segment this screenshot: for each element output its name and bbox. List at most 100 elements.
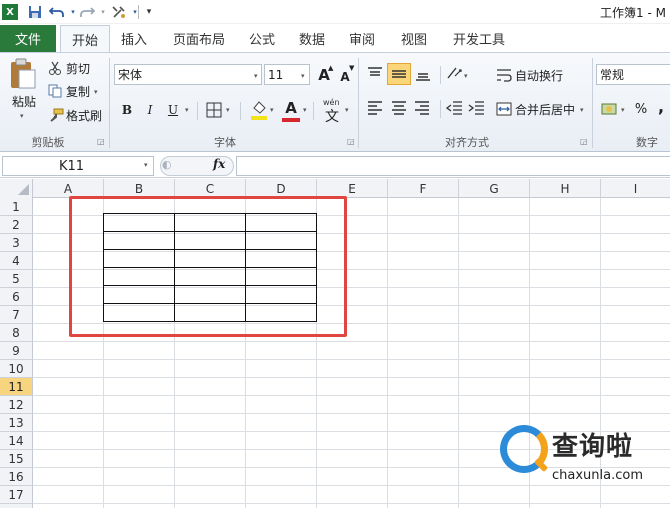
paste-button[interactable]: 粘贴 xyxy=(6,92,42,110)
customize-qa-icon[interactable]: ▾ xyxy=(140,3,158,21)
currency-dropdown-icon[interactable]: ▾ xyxy=(621,106,625,114)
copy-button[interactable]: 复制 xyxy=(66,82,90,100)
name-box[interactable]: K11 xyxy=(2,156,154,176)
row-header[interactable]: 12 xyxy=(0,396,33,414)
tab-developer[interactable]: 开发工具 xyxy=(444,24,514,52)
align-bottom-icon[interactable] xyxy=(414,66,432,82)
row-header[interactable]: 13 xyxy=(0,414,33,432)
font-group-label: 字体 xyxy=(214,136,236,149)
number-format-combo[interactable]: 常规 xyxy=(596,64,670,85)
format-painter-button[interactable]: 格式刷 xyxy=(66,106,102,124)
row-header[interactable]: 3 xyxy=(0,234,33,252)
tab-view[interactable]: 视图 xyxy=(392,24,436,52)
name-box-dropdown-icon[interactable]: ▾ xyxy=(144,161,148,169)
decrease-indent-icon[interactable] xyxy=(445,100,464,116)
bold-button[interactable]: B xyxy=(117,99,137,121)
tab-file[interactable]: 文件 xyxy=(0,25,56,52)
orientation-dropdown-icon[interactable]: ▾ xyxy=(464,72,468,80)
row-header[interactable]: 15 xyxy=(0,450,33,468)
align-top-icon[interactable] xyxy=(366,66,384,82)
select-all-button[interactable] xyxy=(0,179,33,198)
underline-dropdown-icon[interactable]: ▾ xyxy=(185,106,189,114)
paste-dropdown-icon[interactable]: ▾ xyxy=(20,112,24,120)
borders-dropdown-icon[interactable]: ▾ xyxy=(226,106,230,114)
borders-icon[interactable] xyxy=(206,102,222,118)
align-left-icon[interactable] xyxy=(366,100,384,116)
align-middle-button[interactable] xyxy=(387,63,411,85)
phonetic-dropdown-icon[interactable]: ▾ xyxy=(345,106,349,114)
wrap-text-button[interactable]: 自动换行 xyxy=(515,65,563,85)
tab-review[interactable]: 审阅 xyxy=(340,24,384,52)
clipboard-launcher-icon[interactable]: ◲ xyxy=(97,137,105,146)
row-header[interactable]: 6 xyxy=(0,288,33,306)
italic-button[interactable]: I xyxy=(140,99,160,121)
expand-formula-icon[interactable]: ◐ xyxy=(162,158,172,171)
font-color-button[interactable]: A xyxy=(282,98,300,118)
column-header-h[interactable]: H xyxy=(530,179,601,198)
group-divider xyxy=(592,58,593,148)
align-divider xyxy=(440,66,441,84)
increase-indent-icon[interactable] xyxy=(468,100,486,116)
fill-color-icon[interactable] xyxy=(250,99,268,121)
tab-home[interactable]: 开始 xyxy=(60,25,110,53)
currency-icon[interactable] xyxy=(601,101,619,117)
watermark-text: 查询啦 xyxy=(552,432,634,462)
group-divider xyxy=(358,58,359,148)
row-header[interactable]: 8 xyxy=(0,324,33,342)
row-header[interactable]: 10 xyxy=(0,360,33,378)
comma-button[interactable]: , xyxy=(654,96,668,116)
font-launcher-icon[interactable]: ◲ xyxy=(347,137,355,146)
column-header-i[interactable]: I xyxy=(601,179,670,198)
column-header-g[interactable]: G xyxy=(459,179,530,198)
qa-divider xyxy=(138,5,139,19)
tab-data[interactable]: 数据 xyxy=(290,24,334,52)
tab-formulas[interactable]: 公式 xyxy=(240,24,284,52)
row-header[interactable]: 17 xyxy=(0,486,33,504)
row-header[interactable]: 2 xyxy=(0,216,33,234)
name-box-value: K11 xyxy=(59,158,85,174)
watermark-url: chaxunla.com xyxy=(552,468,643,483)
highlight-box xyxy=(69,196,347,337)
row-header[interactable]: 1 xyxy=(0,198,33,216)
align-divider-2 xyxy=(440,100,441,118)
excel-logo-icon: X xyxy=(2,4,18,20)
font-name-combo[interactable]: 宋体 xyxy=(114,64,262,85)
clipboard-group-label: 剪贴板 xyxy=(31,136,65,149)
insert-function-icon[interactable]: fx xyxy=(213,157,225,171)
percent-button[interactable]: % xyxy=(632,99,650,119)
cut-button[interactable]: 剪切 xyxy=(66,59,90,77)
tab-insert[interactable]: 插入 xyxy=(112,24,156,52)
row-header-selected[interactable]: 11 xyxy=(0,378,33,396)
column-header-f[interactable]: F xyxy=(388,179,459,198)
row-header[interactable]: 7 xyxy=(0,306,33,324)
row-header[interactable]: 14 xyxy=(0,432,33,450)
shrink-font-arrow-icon: ▼ xyxy=(349,64,355,72)
format-painter-icon xyxy=(48,108,64,122)
orientation-icon[interactable] xyxy=(446,64,464,82)
font-color-dropdown-icon[interactable]: ▾ xyxy=(303,106,307,114)
font-size-dropdown-icon[interactable]: ▾ xyxy=(301,72,305,80)
phonetic-guide-icon[interactable]: wén 文 xyxy=(322,98,346,125)
save-icon[interactable] xyxy=(26,3,44,21)
number-format-value: 常规 xyxy=(600,68,625,82)
align-center-icon[interactable] xyxy=(390,100,408,116)
font-name-dropdown-icon[interactable]: ▾ xyxy=(254,72,258,80)
formula-input[interactable] xyxy=(236,156,670,176)
align-right-icon[interactable] xyxy=(413,100,431,116)
fill-color-dropdown-icon[interactable]: ▾ xyxy=(270,106,274,114)
row-header[interactable]: 16 xyxy=(0,468,33,486)
paste-icon[interactable] xyxy=(8,58,38,90)
copy-dropdown-icon[interactable]: ▾ xyxy=(94,88,98,96)
merge-dropdown-icon[interactable]: ▾ xyxy=(580,106,584,114)
tab-page-layout[interactable]: 页面布局 xyxy=(164,24,234,52)
merge-center-button[interactable]: 合并后居中 xyxy=(515,99,575,119)
underline-button[interactable]: U xyxy=(163,99,183,121)
alignment-launcher-icon[interactable]: ◲ xyxy=(580,137,588,146)
font-divider-2 xyxy=(240,102,241,120)
font-divider-3 xyxy=(313,102,314,120)
number-group-label: 数字 xyxy=(636,136,658,149)
row-header[interactable]: 9 xyxy=(0,342,33,360)
row-header[interactable]: 4 xyxy=(0,252,33,270)
row-header[interactable]: 5 xyxy=(0,270,33,288)
row-header[interactable] xyxy=(0,504,33,508)
